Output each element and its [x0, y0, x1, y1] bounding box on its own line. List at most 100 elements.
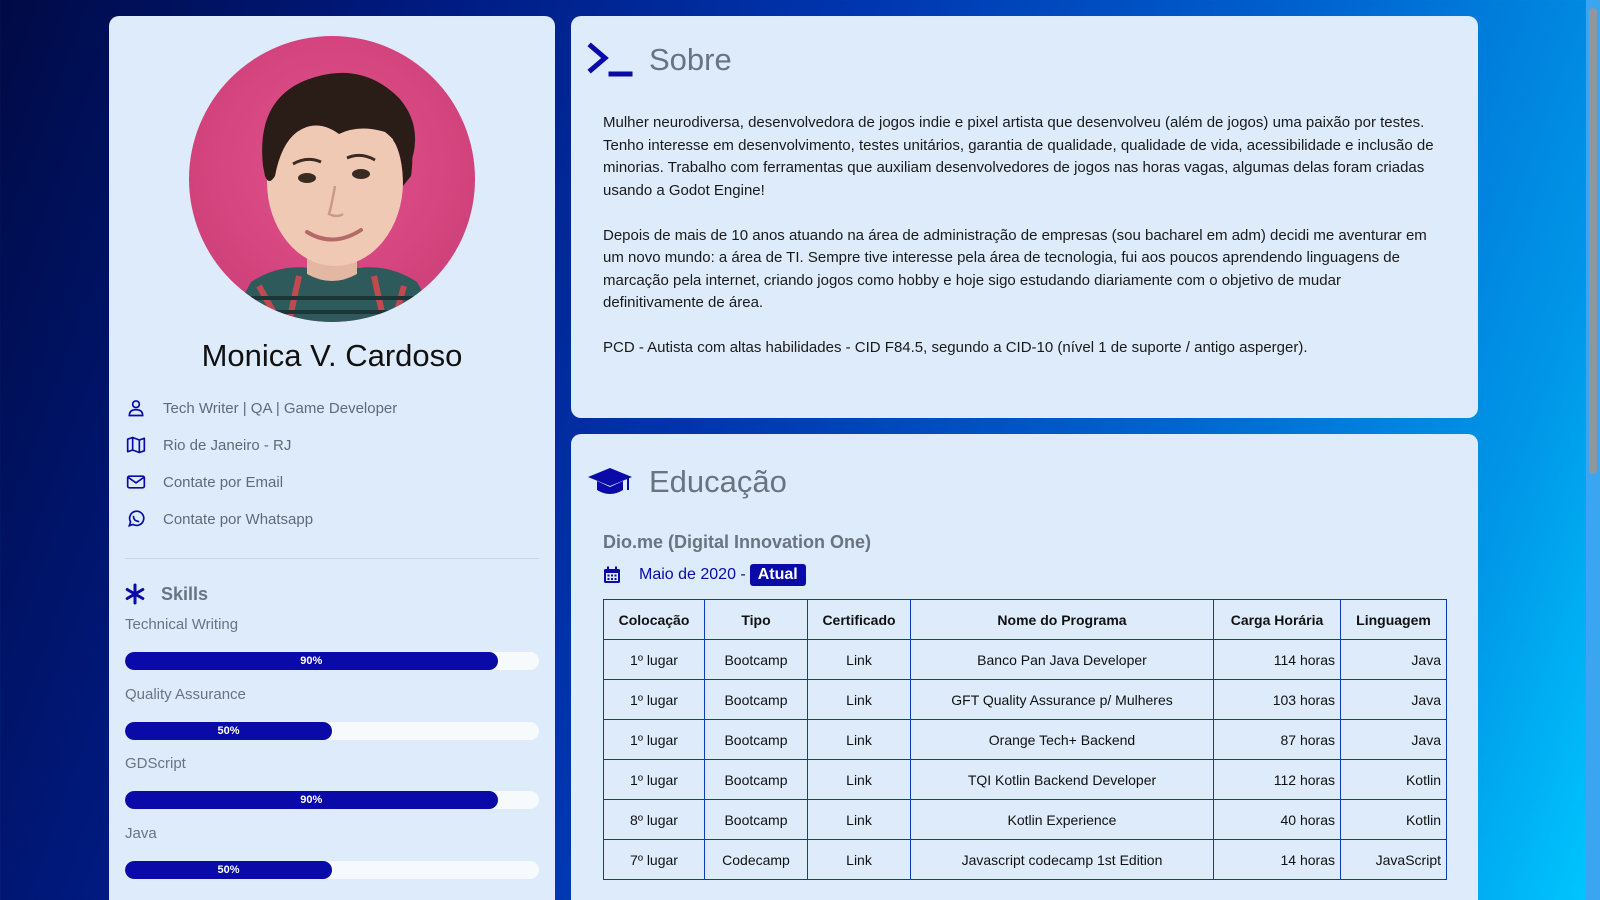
placement-cell: 1º lugar — [603, 759, 705, 800]
skill-name: GDScript — [125, 755, 186, 772]
education-heading: Educação — [587, 464, 787, 500]
column-header: Colocação — [603, 599, 705, 640]
education-card: Educação Dio.me (Digital Innovation One)… — [571, 434, 1478, 900]
whatsapp-row[interactable]: Contate por Whatsapp — [125, 507, 313, 531]
placement-cell: 1º lugar — [603, 719, 705, 760]
skill-progress-fill: 90% — [125, 652, 498, 670]
role-text: Tech Writer | QA | Game Developer — [163, 399, 398, 417]
program-name-cell: GFT Quality Assurance p/ Mulheres — [910, 679, 1214, 720]
hours-cell: 87 horas — [1213, 719, 1341, 760]
certificate-link[interactable]: Link — [807, 839, 911, 880]
hours-cell: 14 horas — [1213, 839, 1341, 880]
certificate-link[interactable]: Link — [807, 759, 911, 800]
program-name-cell: Banco Pan Java Developer — [910, 639, 1214, 680]
skill-progress-bar: 90% — [125, 652, 539, 670]
skill-progress-bar: 50% — [125, 860, 539, 879]
skills-title: Skills — [161, 583, 209, 604]
skill-name: Quality Assurance — [125, 685, 246, 703]
skill-progress-fill: 50% — [125, 721, 332, 740]
about-paragraph: Depois de mais de 10 anos atuando na áre… — [603, 226, 1427, 312]
skill-progress-bar: 90% — [125, 791, 539, 809]
column-header: Linguagem — [1340, 599, 1447, 640]
type-cell: Bootcamp — [704, 639, 808, 680]
hours-cell: 114 horas — [1213, 639, 1341, 680]
terminal-icon — [587, 42, 633, 78]
column-header: Nome do Programa — [910, 599, 1214, 640]
table-row: 1º lugar Bootcamp Link GFT Quality Assuranc… — [603, 679, 1447, 720]
column-header: Certificado — [807, 599, 911, 640]
scrollbar-thumb[interactable] — [1589, 8, 1597, 474]
whatsapp-icon — [125, 508, 147, 530]
hours-cell: 103 horas — [1213, 679, 1341, 720]
certificate-link[interactable]: Link — [807, 719, 911, 760]
role-row: Tech Writer | QA | Game Developer — [125, 396, 397, 420]
placement-cell: 1º lugar — [603, 639, 705, 680]
email-link[interactable]: Contate por Email — [163, 474, 283, 491]
language-cell: Java — [1340, 639, 1447, 680]
type-cell: Bootcamp — [704, 679, 808, 720]
graduation-cap-icon — [587, 466, 633, 498]
profile-card: Monica V. Cardoso Tech Writer | QA | Gam… — [109, 16, 555, 900]
user-icon — [125, 397, 147, 419]
scrollbar[interactable] — [1586, 0, 1600, 900]
location-text: Rio de Janeiro - RJ — [163, 436, 292, 454]
calendar-icon — [603, 566, 621, 584]
language-cell: Java — [1340, 719, 1447, 760]
envelope-icon — [125, 471, 147, 493]
skill-progress-fill: 90% — [125, 791, 498, 809]
skills-heading: Skills — [123, 582, 208, 606]
table-row: 1º lugar Bootcamp Link TQI Kotlin Backend D… — [603, 759, 1447, 800]
language-cell: Kotlin — [1340, 799, 1447, 840]
asterisk-icon — [123, 582, 147, 606]
about-card: Sobre Mulher neurodiversa, desenvolvedor… — [571, 16, 1478, 418]
hours-cell: 40 horas — [1213, 799, 1341, 840]
date-text: Maio de 2020 - — [639, 566, 746, 583]
placement-cell: 1º lugar — [603, 679, 705, 720]
hours-cell: 112 horas — [1213, 759, 1341, 800]
table-row: 1º lugar Bootcamp Link Orange Tech+ Backend… — [603, 719, 1447, 760]
email-row[interactable]: Contate por Email — [125, 470, 283, 494]
skill-progress-fill: 50% — [125, 860, 332, 879]
type-cell: Bootcamp — [704, 759, 808, 800]
about-paragraph: Mulher neurodiversa, desenvolvedora de j… — [603, 114, 1434, 199]
location-row: Rio de Janeiro - RJ — [125, 433, 291, 457]
institution-name: Dio.me (Digital Innovation One) — [603, 532, 872, 552]
skill-name: Java — [125, 824, 157, 842]
language-cell: JavaScript — [1340, 839, 1447, 880]
type-cell: Bootcamp — [704, 719, 808, 760]
type-cell: Codecamp — [704, 839, 808, 880]
table-row: 1º lugar Bootcamp Link Banco Pan Java Devel… — [603, 639, 1447, 680]
about-text: Mulher neurodiversa, desenvolvedora de j… — [603, 112, 1443, 382]
skill-progress-bar: 50% — [125, 721, 539, 740]
column-header: Carga Horária — [1213, 599, 1341, 640]
about-title: Sobre — [649, 42, 732, 77]
status-badge: Atual — [749, 564, 806, 586]
language-cell: Kotlin — [1340, 759, 1447, 800]
skill-name: Technical Writing — [125, 616, 239, 633]
placement-cell: 8º lugar — [603, 799, 705, 840]
certificate-link[interactable]: Link — [807, 639, 911, 680]
education-table-body: 1º lugar Bootcamp Link Banco Pan Java Devel… — [603, 639, 1447, 880]
about-paragraph: PCD - Autista com altas habilidades - CI… — [603, 339, 1308, 356]
divider — [125, 558, 539, 559]
type-cell: Bootcamp — [704, 799, 808, 840]
about-heading: Sobre — [587, 42, 732, 78]
program-name-cell: Javascript codecamp 1st Edition — [910, 839, 1214, 880]
certificate-link[interactable]: Link — [807, 799, 911, 840]
table-header-row: Colocação Tipo Certificado Nome do Progr… — [603, 599, 1447, 640]
column-header: Tipo — [704, 599, 808, 640]
placement-cell: 7º lugar — [603, 839, 705, 880]
education-title: Educação — [649, 464, 787, 499]
program-name-cell: Orange Tech+ Backend — [910, 719, 1214, 760]
education-table: Colocação Tipo Certificado Nome do Progr… — [603, 599, 1447, 880]
certificate-link[interactable]: Link — [807, 679, 911, 720]
whatsapp-link[interactable]: Contate por Whatsapp — [163, 511, 313, 528]
education-date: Maio de 2020 - Atual — [603, 564, 806, 586]
profile-name: Monica V. Cardoso — [201, 338, 463, 373]
table-row: 7º lugar Codecamp Link Javascript codecamp … — [603, 839, 1447, 880]
language-cell: Java — [1340, 679, 1447, 720]
table-row: 8º lugar Bootcamp Link Kotlin Experience 40 … — [603, 799, 1447, 840]
program-name-cell: TQI Kotlin Backend Developer — [910, 759, 1214, 800]
map-icon — [125, 434, 147, 456]
profile-photo — [189, 36, 475, 322]
